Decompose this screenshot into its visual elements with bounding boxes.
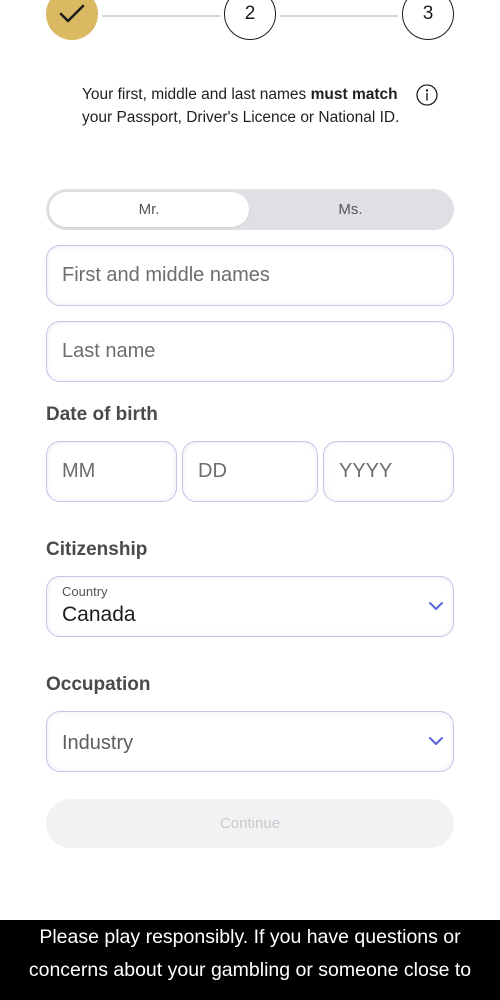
first-name-field-wrapper: [46, 245, 454, 306]
country-selected-value: Canada: [62, 603, 136, 626]
checkmark-icon: [59, 4, 85, 23]
name-requirement-notice: Your first, middle and last names must m…: [82, 83, 402, 129]
citizenship-label: Citizenship: [46, 539, 148, 560]
occupation-label: Occupation: [46, 674, 151, 695]
stepper-line-2: [280, 15, 398, 17]
industry-select[interactable]: Industry: [46, 711, 454, 772]
chevron-down-icon: [429, 602, 443, 610]
dob-month-input[interactable]: [47, 442, 176, 501]
dob-year-wrapper: [323, 441, 454, 502]
industry-placeholder: Industry: [62, 732, 134, 754]
notice-text-2: your Passport, Driver's Licence or Natio…: [82, 109, 400, 126]
chevron-down-icon: [429, 737, 443, 745]
continue-button[interactable]: Continue: [46, 799, 454, 848]
title-toggle: Mr. Ms.: [46, 189, 454, 230]
notice-bold-text: must match: [310, 86, 398, 103]
first-name-input[interactable]: [47, 246, 453, 305]
dob-day-input[interactable]: [183, 442, 317, 501]
notice-text-1: Your first, middle and last names: [82, 86, 311, 103]
last-name-field-wrapper: [46, 321, 454, 382]
banner-text: Please play responsibly. If you have que…: [28, 926, 472, 981]
country-select[interactable]: Country Canada: [46, 576, 454, 637]
responsible-gambling-banner: Please play responsibly. If you have que…: [0, 920, 500, 1000]
stepper-line-1: [102, 15, 220, 17]
dob-month-wrapper: [46, 441, 177, 502]
dob-day-wrapper: [182, 441, 318, 502]
step-3: 3: [402, 0, 454, 40]
info-icon[interactable]: [416, 84, 438, 106]
step-2: 2: [224, 0, 276, 40]
date-of-birth-label: Date of birth: [46, 404, 158, 425]
progress-stepper: 2 3: [46, 0, 454, 42]
title-ms-option[interactable]: Ms.: [250, 192, 451, 227]
country-field-label: Country: [62, 584, 108, 599]
dob-year-input[interactable]: [324, 442, 453, 501]
step-1-complete: [46, 0, 98, 40]
title-mr-option[interactable]: Mr.: [49, 192, 249, 227]
last-name-input[interactable]: [47, 322, 453, 381]
